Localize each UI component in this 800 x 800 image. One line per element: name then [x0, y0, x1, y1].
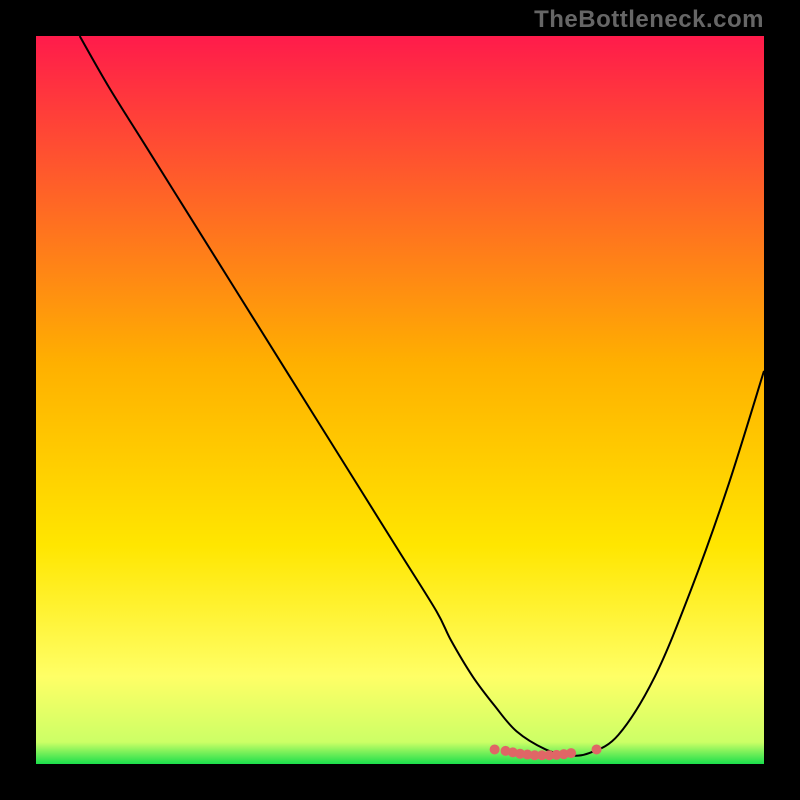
marker-dot — [566, 748, 576, 758]
plot-area — [36, 36, 764, 764]
chart-svg — [36, 36, 764, 764]
watermark-text: TheBottleneck.com — [534, 6, 764, 34]
marker-dot — [490, 744, 500, 754]
marker-dot — [592, 744, 602, 754]
chart-container: TheBottleneck.com — [0, 0, 800, 800]
